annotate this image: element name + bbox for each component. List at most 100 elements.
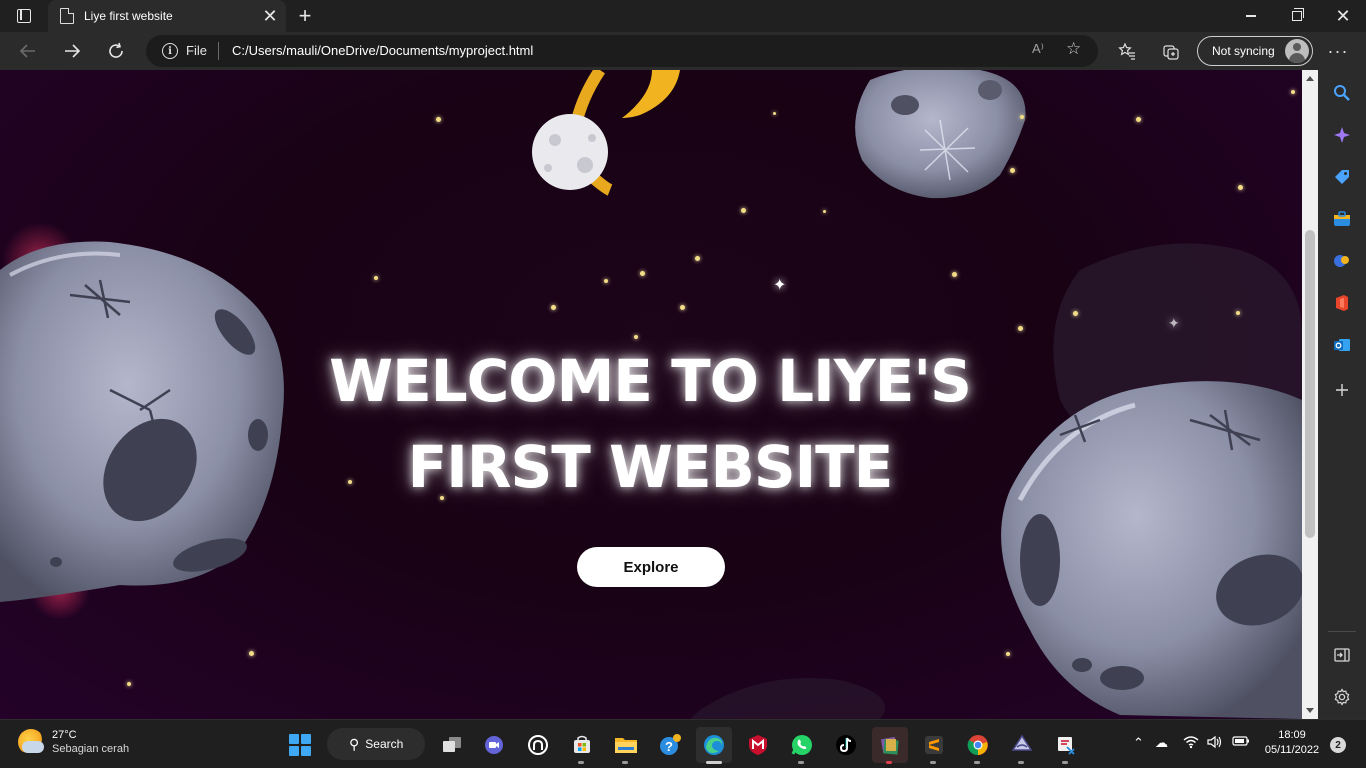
star (680, 305, 685, 310)
star (604, 279, 608, 283)
snipping-tool-button[interactable] (1048, 727, 1084, 764)
refresh-button[interactable] (100, 35, 132, 67)
onedrive-cloud-icon[interactable]: ☁ (1155, 735, 1168, 751)
taskbar-search-label: Search (365, 737, 404, 751)
notification-count-badge[interactable]: 2 (1330, 737, 1346, 753)
running-indicator (1018, 761, 1024, 764)
tips-button[interactable]: ? (652, 727, 688, 763)
minimize-button[interactable] (1228, 0, 1274, 32)
weather-widget[interactable]: 27°C Sebagian cerah (18, 729, 129, 755)
profile-sync-button[interactable]: Not syncing (1197, 36, 1313, 66)
explore-button[interactable]: Explore (577, 547, 725, 587)
running-indicator (798, 761, 804, 764)
windows-logo-icon (289, 734, 311, 756)
games-icon (1334, 255, 1349, 267)
page-scrollbar[interactable] (1302, 70, 1318, 719)
task-view-button[interactable] (434, 727, 470, 763)
browser-tab[interactable]: Liye first website ✕ (48, 0, 286, 32)
sidebar-divider (1328, 631, 1356, 632)
taskbar-search-button[interactable]: ⚲ Search (327, 728, 425, 760)
collections-button[interactable] (1157, 37, 1185, 65)
github-desktop-button[interactable] (520, 727, 556, 763)
partly-sunny-icon (18, 729, 44, 755)
weather-temperature: 27°C (52, 729, 77, 741)
teams-chat-button[interactable] (476, 727, 512, 763)
winrar-button[interactable] (872, 727, 908, 764)
site-info-icon[interactable]: i (162, 43, 178, 59)
file-explorer-button[interactable] (608, 727, 644, 764)
scroll-thumb[interactable] (1305, 230, 1315, 538)
sidebar-shopping-button[interactable] (1330, 165, 1354, 189)
wifi-icon[interactable] (1183, 735, 1199, 752)
sidebar-games-button[interactable] (1330, 249, 1354, 273)
new-tab-button[interactable]: + (292, 3, 318, 28)
restore-button[interactable] (1274, 0, 1320, 32)
settings-more-button[interactable]: ··· (1324, 37, 1352, 65)
sidebar-outlook-button[interactable] (1330, 333, 1354, 357)
scroll-up-icon[interactable] (1306, 76, 1314, 81)
clock-time: 18:09 (1278, 729, 1306, 741)
star (551, 305, 556, 310)
sidebar-tools-button[interactable] (1330, 207, 1354, 231)
close-window-button[interactable]: ✕ (1320, 0, 1366, 32)
system-clock[interactable]: 18:09 05/11/2022 (1260, 729, 1324, 756)
sublime-text-button[interactable] (916, 727, 952, 764)
edge-button[interactable] (696, 727, 732, 764)
star (640, 271, 645, 276)
tab-actions-button[interactable] (8, 4, 40, 28)
browser-toolbar: i File C:/Users/mauli/OneDrive/Documents… (0, 32, 1366, 70)
add-icon (1336, 384, 1348, 396)
start-button[interactable] (282, 727, 318, 763)
toolbox-icon (1334, 211, 1350, 226)
tab-actions-icon (17, 9, 31, 23)
star (1073, 311, 1078, 316)
address-separator (218, 42, 219, 60)
weather-condition: Sebagian cerah (52, 743, 130, 755)
folder-icon (615, 738, 637, 753)
running-indicator (1062, 761, 1068, 764)
star (823, 210, 826, 213)
add-favorite-icon[interactable]: ☆ (1066, 39, 1081, 59)
sidebar-search-button[interactable] (1330, 81, 1354, 105)
hero-title-line-1: WELCOME TO LIYE'S (329, 347, 972, 415)
forward-button[interactable] (56, 35, 88, 67)
star (695, 256, 700, 261)
sidebar-add-button[interactable] (1330, 378, 1354, 402)
sidebar-hide-button[interactable] (1330, 643, 1354, 667)
scroll-down-icon[interactable] (1306, 708, 1314, 713)
favorites-button[interactable] (1113, 37, 1141, 65)
sublime-text-icon (925, 736, 943, 754)
inkscape-button[interactable] (1004, 727, 1040, 764)
url-text[interactable]: C:/Users/mauli/OneDrive/Documents/myproj… (232, 43, 533, 58)
tiktok-button[interactable] (828, 727, 864, 763)
tab-close-button[interactable]: ✕ (258, 4, 282, 28)
sidebar-office-button[interactable] (1330, 291, 1354, 315)
battery-icon[interactable] (1232, 735, 1250, 750)
microsoft-store-button[interactable] (564, 727, 600, 764)
search-icon (1334, 85, 1350, 101)
minimize-icon (1246, 15, 1256, 17)
back-button[interactable] (12, 35, 44, 67)
snipping-tool-icon (1058, 737, 1075, 755)
running-indicator (578, 761, 584, 764)
address-bar[interactable]: i File C:/Users/mauli/OneDrive/Documents… (146, 35, 1098, 67)
read-aloud-icon[interactable]: A⁾ (1032, 41, 1044, 57)
chrome-button[interactable] (960, 727, 996, 764)
star (1006, 652, 1010, 656)
edge-icon (704, 735, 724, 755)
sidebar-copilot-button[interactable] (1330, 123, 1354, 147)
show-hidden-icons-button[interactable]: ⌃ (1133, 735, 1144, 751)
collections-icon (1163, 45, 1179, 60)
star (1010, 168, 1015, 173)
sidebar-settings-button[interactable] (1330, 685, 1354, 709)
teams-chat-icon (485, 736, 503, 754)
chrome-icon (967, 735, 988, 756)
star (773, 112, 776, 115)
winrar-archive-icon (880, 736, 899, 755)
mcafee-button[interactable] (740, 727, 776, 763)
whatsapp-button[interactable] (784, 727, 820, 764)
running-indicator (930, 761, 936, 764)
volume-icon[interactable] (1207, 735, 1223, 752)
star (952, 272, 957, 277)
microsoft-store-icon (574, 735, 590, 753)
